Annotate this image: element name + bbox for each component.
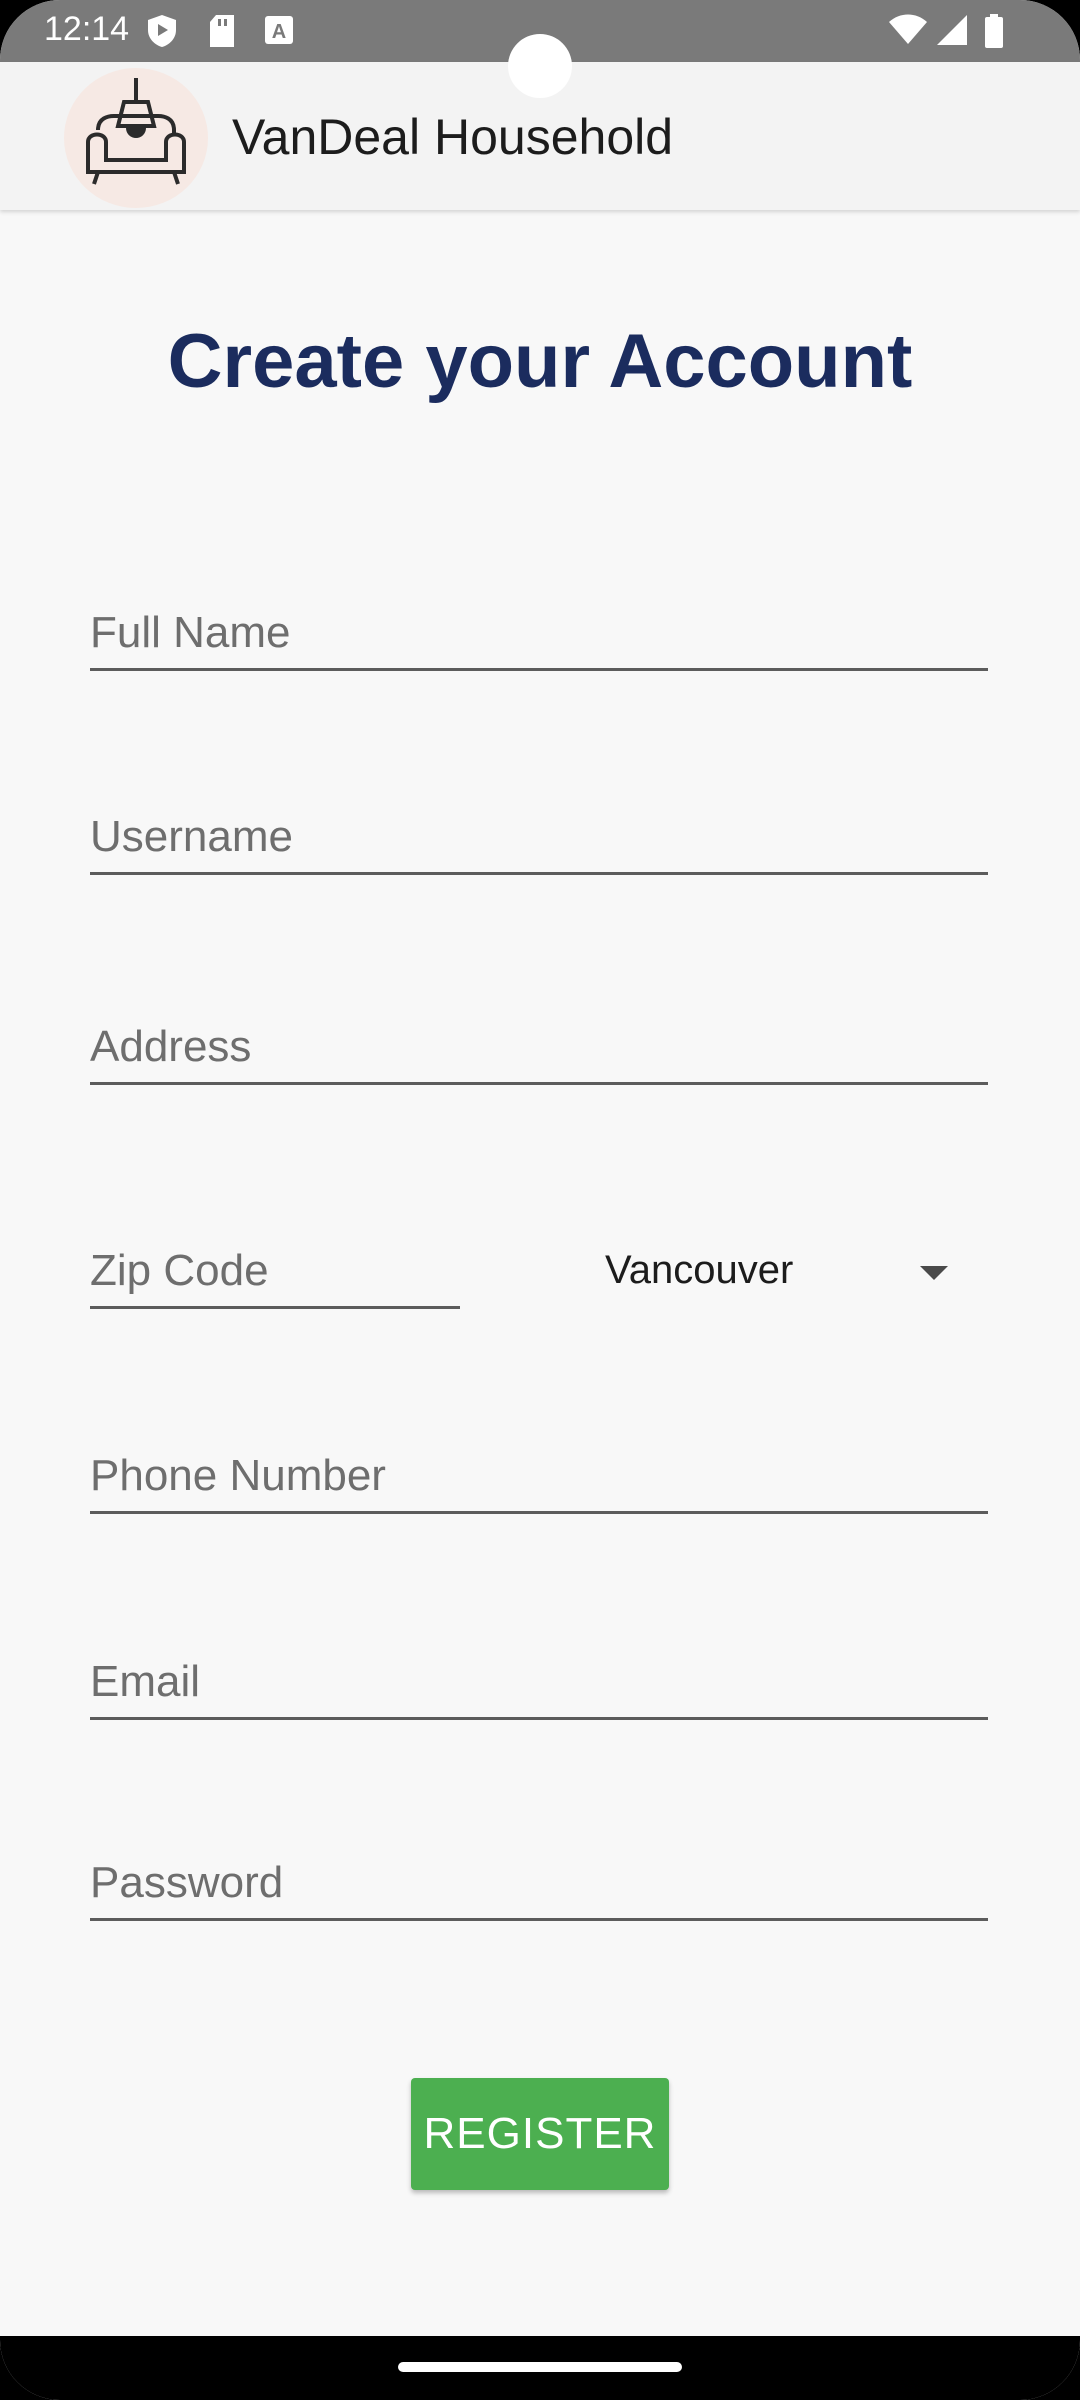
status-time: 12:14 xyxy=(44,10,130,48)
email-placeholder: Email xyxy=(90,1657,201,1706)
sd-card-icon xyxy=(210,15,234,47)
page-title: Create your Account xyxy=(167,319,913,404)
zip-code-placeholder: Zip Code xyxy=(90,1246,269,1295)
register-button[interactable]: REGISTER xyxy=(411,2078,669,2190)
shield-icon xyxy=(148,15,176,47)
app-title: VanDeal Household xyxy=(232,109,674,165)
keyboard-a-icon: A xyxy=(265,16,293,44)
address-field[interactable]: Address xyxy=(90,1022,988,1085)
full-name-field[interactable]: Full Name xyxy=(90,608,988,671)
city-dropdown[interactable]: Vancouver xyxy=(605,1244,965,1304)
camera-cutout xyxy=(508,34,572,98)
username-placeholder: Username xyxy=(90,812,293,861)
app-screen: 12:14 A VanDeal Household Create your Ac… xyxy=(0,0,1080,2400)
email-field[interactable]: Email xyxy=(90,1657,988,1720)
zip-code-field[interactable]: Zip Code xyxy=(90,1246,460,1309)
phone-number-placeholder: Phone Number xyxy=(90,1451,386,1500)
password-placeholder: Password xyxy=(90,1858,284,1907)
wifi-icon xyxy=(889,14,927,44)
dropdown-arrow-icon xyxy=(920,1266,948,1280)
armchair-lamp-icon xyxy=(86,78,186,185)
battery-icon xyxy=(985,14,1003,48)
full-name-placeholder: Full Name xyxy=(90,608,291,657)
signal-icon xyxy=(937,15,967,45)
city-dropdown-value: Vancouver xyxy=(605,1248,794,1292)
home-gesture-handle[interactable] xyxy=(398,2362,682,2372)
phone-number-field[interactable]: Phone Number xyxy=(90,1451,988,1514)
address-placeholder: Address xyxy=(90,1022,252,1071)
app-logo xyxy=(64,68,208,208)
username-field[interactable]: Username xyxy=(90,812,988,875)
svg-text:A: A xyxy=(272,21,286,43)
password-field[interactable]: Password xyxy=(90,1858,988,1921)
